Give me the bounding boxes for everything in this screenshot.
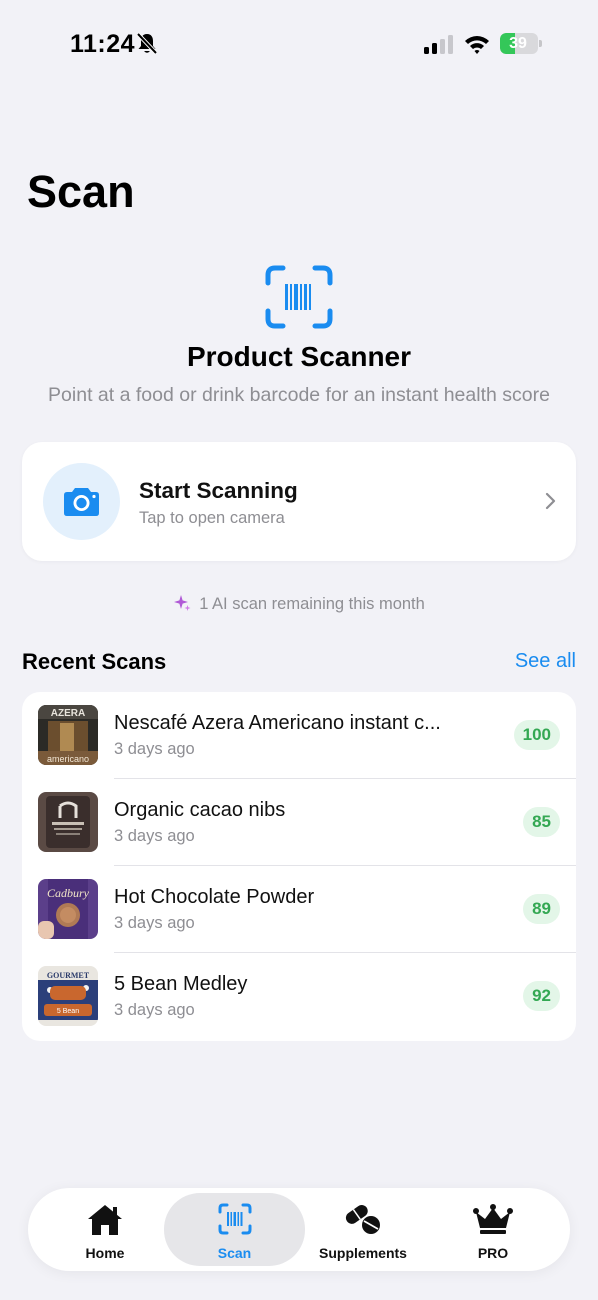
svg-text:5 Bean: 5 Bean: [57, 1008, 79, 1015]
scan-time: 3 days ago: [114, 827, 195, 845]
scan-time: 3 days ago: [114, 1001, 195, 1019]
barcode-scan-icon: [265, 265, 333, 329]
tab-label: PRO: [477, 1245, 509, 1261]
recent-scans-title: Recent Scans: [22, 649, 167, 674]
status-time: 11:24: [70, 30, 136, 58]
tab-scan[interactable]: Scan: [164, 1193, 305, 1266]
sparkle-icon: [174, 595, 191, 611]
tab-supplements[interactable]: Supplements: [310, 1193, 416, 1266]
product-thumbnail: [38, 792, 98, 852]
svg-text:americano: americano: [47, 754, 89, 764]
product-name: 5 Bean Medley: [114, 973, 248, 995]
start-scanning-button[interactable]: Start Scanning Tap to open camera: [22, 442, 576, 561]
scan-row[interactable]: GOURMET 5 Bean 5 Bean Medley 3 days ago …: [22, 953, 576, 1040]
hero-subtitle: Point at a food or drink barcode for an …: [48, 384, 550, 406]
tab-label: Scan: [217, 1245, 252, 1261]
tab-pro[interactable]: PRO: [428, 1193, 558, 1266]
see-all-link[interactable]: See all: [515, 650, 576, 673]
product-name: Organic cacao nibs: [114, 799, 286, 821]
svg-text:Cadbury: Cadbury: [47, 886, 90, 900]
battery-indicator: 39: [500, 33, 542, 55]
tab-label: Supplements: [319, 1245, 407, 1261]
scan-row[interactable]: Organic cacao nibs 3 days ago 85: [22, 779, 576, 866]
scan-row[interactable]: Cadbury Hot Chocolate Powder 3 days ago …: [22, 866, 576, 953]
product-name: Hot Chocolate Powder: [114, 886, 315, 908]
tab-label: Home: [85, 1245, 125, 1261]
health-score-badge: 92: [523, 981, 560, 1011]
svg-text:GOURMET: GOURMET: [47, 971, 90, 980]
product-thumbnail: GOURMET 5 Bean: [38, 966, 98, 1026]
scan-time: 3 days ago: [114, 914, 195, 932]
house-icon: [88, 1205, 122, 1235]
start-scanning-subtitle: Tap to open camera: [139, 509, 285, 527]
health-score-badge: 100: [513, 720, 560, 750]
health-score-badge: 85: [523, 807, 560, 837]
ai-scans-remaining: 1 AI scan remaining this month: [0, 594, 598, 614]
product-thumbnail: Cadbury: [38, 879, 98, 939]
barcode-scan-icon: [218, 1203, 251, 1235]
page-title: Scan: [27, 166, 135, 217]
camera-icon: [64, 488, 99, 516]
status-bar: 11:24 39: [0, 0, 598, 90]
wifi-icon: [465, 36, 489, 54]
product-thumbnail: AZERA americano: [38, 705, 98, 765]
crown-icon: [473, 1204, 513, 1234]
recent-scans-list: AZERA americano Nescafé Azera Americano …: [22, 692, 576, 1041]
pills-icon: [345, 1204, 380, 1234]
health-score-badge: 89: [523, 894, 560, 924]
tab-home[interactable]: Home: [48, 1193, 162, 1266]
camera-badge: [43, 463, 120, 540]
cellular-signal-icon: [424, 35, 453, 54]
start-scanning-title: Start Scanning: [139, 478, 298, 503]
product-name: Nescafé Azera Americano instant c...: [114, 712, 441, 734]
tab-bar: Home Scan Supplements PRO: [28, 1188, 570, 1271]
svg-text:AZERA: AZERA: [51, 708, 85, 719]
bell-off-icon: [136, 32, 158, 55]
ai-note-text: 1 AI scan remaining this month: [199, 595, 425, 613]
battery-percent: 39: [509, 35, 527, 52]
chevron-right-icon: [545, 492, 556, 510]
scan-row[interactable]: AZERA americano Nescafé Azera Americano …: [22, 692, 576, 779]
hero-title: Product Scanner: [186, 341, 412, 372]
scan-time: 3 days ago: [114, 740, 195, 758]
